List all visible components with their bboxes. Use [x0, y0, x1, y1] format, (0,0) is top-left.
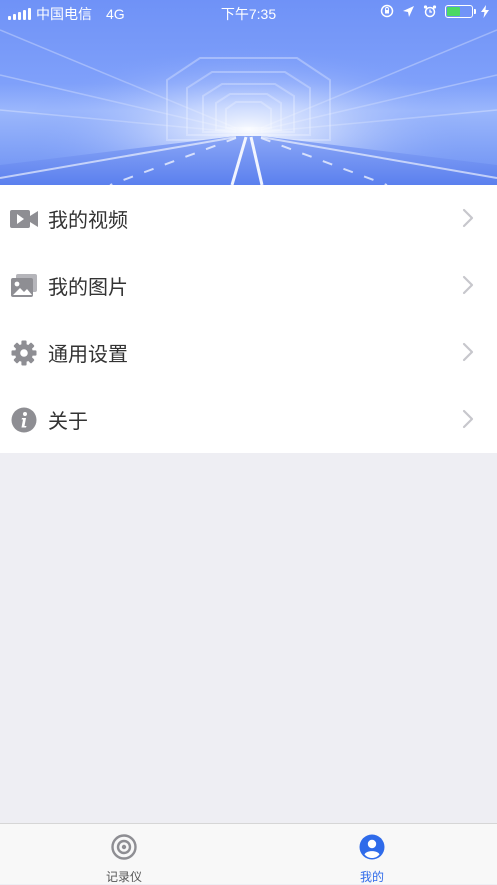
menu-item-label: 关于 — [48, 411, 88, 433]
chevron-right-icon — [462, 409, 474, 429]
tab-label: 记录仪 — [105, 870, 142, 884]
header-banner — [0, 0, 497, 185]
menu-item-about[interactable]: 关于 — [0, 386, 497, 453]
charging-bolt-icon — [481, 4, 489, 18]
chevron-right-icon — [462, 342, 474, 362]
menu-item-label: 通用设置 — [48, 344, 128, 366]
info-icon — [10, 406, 38, 434]
user-icon — [359, 834, 385, 860]
menu-item-label: 我的图片 — [48, 277, 128, 299]
bottom-tab-bar: 记录仪 我的 — [0, 823, 497, 884]
tunnel-road-illustration — [0, 0, 497, 185]
recorder-icon — [111, 834, 137, 860]
menu-item-my-photos[interactable]: 我的图片 — [0, 252, 497, 319]
video-camera-icon — [10, 205, 38, 233]
settings-menu: 我的视频 我的图片 通用设置 关于 — [0, 185, 497, 453]
orientation-lock-icon — [380, 4, 394, 18]
photo-icon — [10, 272, 38, 300]
tab-mine[interactable]: 我的 — [248, 824, 496, 884]
menu-item-my-videos[interactable]: 我的视频 — [0, 185, 497, 252]
chevron-right-icon — [462, 208, 474, 228]
menu-item-label: 我的视频 — [48, 210, 128, 232]
tab-label: 我的 — [359, 870, 384, 884]
status-time: 下午7:35 — [220, 6, 277, 22]
tab-recorder[interactable]: 记录仪 — [0, 824, 248, 884]
gear-icon — [10, 339, 38, 367]
location-arrow-icon — [403, 5, 414, 17]
chevron-right-icon — [462, 275, 474, 295]
menu-item-general-settings[interactable]: 通用设置 — [0, 319, 497, 386]
alarm-clock-icon — [423, 5, 437, 18]
status-bar: 中国电信 4G 下午7:35 — [0, 0, 497, 24]
battery-icon — [445, 4, 476, 18]
